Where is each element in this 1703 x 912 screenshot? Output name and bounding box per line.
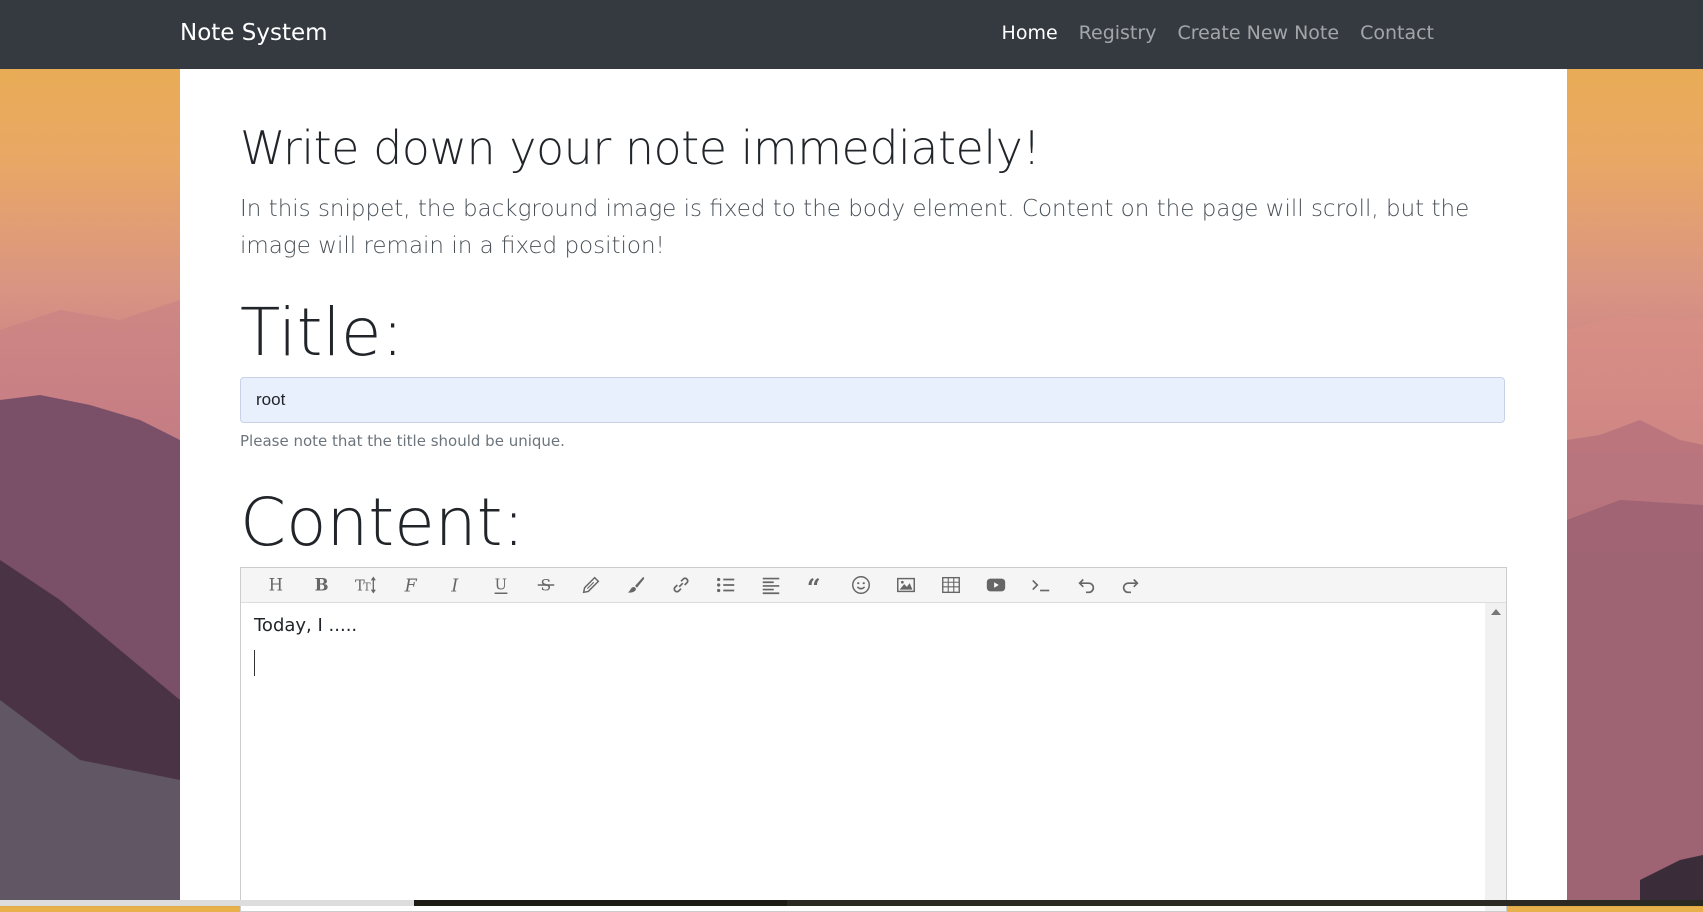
scrollbar-thumb[interactable] [414,900,787,906]
highlighter-icon[interactable] [568,568,613,602]
editor-scrollbar[interactable] [1485,603,1506,911]
quote-icon[interactable]: “ [793,568,838,602]
svg-text:I: I [450,576,459,596]
bulleted-list-icon[interactable] [703,568,748,602]
nav-home[interactable]: Home [1002,22,1058,44]
nav-contact[interactable]: Contact [1360,22,1434,44]
strikethrough-icon[interactable]: S [523,568,568,602]
redo-icon[interactable] [1108,568,1153,602]
scroll-up-arrow-icon[interactable] [1491,609,1501,615]
lead-text: In this snippet, the background image is… [240,196,1470,259]
nav-links: Home Registry Create New Note Contact [1002,22,1434,44]
main-panel: Write down your note immediately! In thi… [180,69,1567,912]
svg-text:U: U [494,577,506,594]
nav-create-new-note[interactable]: Create New Note [1177,22,1339,44]
content-label: Content: [240,484,525,561]
svg-text:T: T [363,581,371,594]
image-icon[interactable] [883,568,928,602]
emoji-icon[interactable] [838,568,883,602]
title-label: Title: [240,294,404,371]
editor-text-area[interactable]: Today, I ..... [241,603,1484,911]
page-heading: Write down your note immediately! [240,121,1041,175]
underline-icon[interactable]: U [478,568,523,602]
navbar: Note System Home Registry Create New Not… [0,0,1703,69]
text-caret [254,650,255,676]
brand-link[interactable]: Note System [180,20,328,46]
align-left-icon[interactable] [748,568,793,602]
paintbrush-icon[interactable] [613,568,658,602]
title-help-text: Please note that the title should be uni… [240,432,565,450]
font-size-icon[interactable]: TT [343,568,388,602]
link-icon[interactable] [658,568,703,602]
undo-icon[interactable] [1063,568,1108,602]
nav-registry[interactable]: Registry [1079,22,1157,44]
svg-text:“: “ [806,574,820,596]
editor-content-line: Today, I ..... [254,615,358,636]
italic-icon[interactable]: I [433,568,478,602]
bold-icon[interactable]: B [298,568,343,602]
svg-text:F: F [403,576,417,596]
editor-toolbar: H B TT F I U S “ [241,568,1506,603]
video-icon[interactable] [973,568,1018,602]
code-icon[interactable] [1018,568,1063,602]
svg-text:H: H [268,576,282,595]
content-editor: H B TT F I U S “ Today, I ..... [240,567,1507,912]
title-input[interactable] [240,377,1505,423]
scrollbar-track-left [0,900,414,906]
font-family-icon[interactable]: F [388,568,433,602]
heading-icon[interactable]: H [253,568,298,602]
svg-text:B: B [314,576,328,595]
page-horizontal-scrollbar[interactable] [0,900,1703,906]
table-icon[interactable] [928,568,973,602]
